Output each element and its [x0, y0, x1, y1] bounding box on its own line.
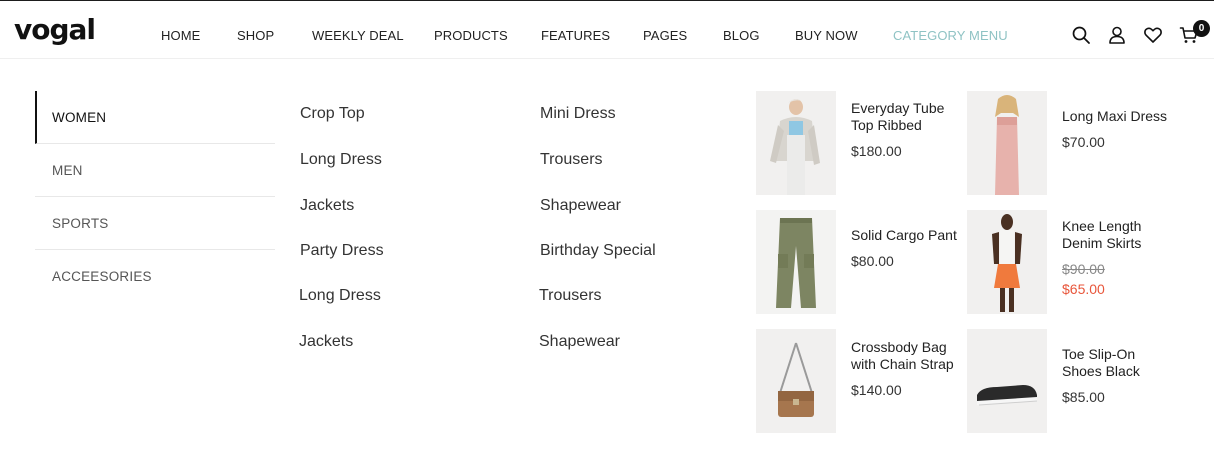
product-price: $70.00 — [1062, 134, 1105, 150]
user-icon[interactable] — [1107, 25, 1127, 45]
product-name[interactable]: Long Maxi Dress — [1062, 108, 1177, 125]
sublink-birthday-special[interactable]: Birthday Special — [540, 241, 656, 261]
sublink-trousers[interactable]: Trousers — [540, 150, 603, 170]
sublink-party-dress[interactable]: Party Dress — [300, 241, 384, 261]
sublink-crop-top[interactable]: Crop Top — [300, 104, 365, 124]
logo[interactable]: vogal — [14, 14, 96, 46]
sublink-long-dress-2[interactable]: Long Dress — [299, 286, 381, 306]
product-info: Long Maxi Dress $70.00 — [1062, 108, 1177, 151]
nav-category-menu[interactable]: CATEGORY MENU — [893, 28, 1008, 44]
nav-products[interactable]: PRODUCTS — [434, 28, 508, 44]
product-image-tube-top[interactable] — [756, 91, 836, 195]
sublink-jackets-2[interactable]: Jackets — [299, 332, 353, 352]
search-icon[interactable] — [1071, 25, 1091, 45]
nav-pages[interactable]: PAGES — [643, 28, 687, 44]
sublink-trousers-2[interactable]: Trousers — [539, 286, 602, 306]
product-card[interactable]: Everyday Tube Top Ribbed $180.00 — [756, 91, 966, 195]
heart-icon[interactable] — [1143, 25, 1163, 45]
product-card[interactable]: Solid Cargo Pant $80.00 — [756, 210, 966, 314]
product-name[interactable]: Solid Cargo Pant — [851, 227, 966, 244]
product-card[interactable]: Crossbody Bag with Chain Strap $140.00 — [756, 329, 966, 433]
product-image-cargo-pant[interactable] — [756, 210, 836, 314]
category-sports[interactable]: SPORTS — [35, 197, 275, 250]
product-sale-price: $65.00 — [1062, 281, 1105, 297]
sublink-shapewear[interactable]: Shapewear — [540, 196, 621, 216]
product-info: Solid Cargo Pant $80.00 — [851, 227, 966, 270]
product-price: $80.00 — [851, 253, 894, 269]
product-card[interactable]: Knee Length Denim Skirts $90.00 $65.00 — [967, 210, 1177, 314]
product-info: Crossbody Bag with Chain Strap $140.00 — [851, 339, 966, 399]
nav-weekly-deal[interactable]: WEEKLY DEAL — [312, 28, 404, 44]
product-price: $180.00 — [851, 143, 902, 159]
product-image-crossbody-bag[interactable] — [756, 329, 836, 433]
cart-count-badge: 0 — [1193, 20, 1210, 37]
nav-home[interactable]: HOME — [161, 28, 200, 44]
product-info: Toe Slip-On Shoes Black $85.00 — [1062, 346, 1177, 406]
nav-features[interactable]: FEATURES — [541, 28, 610, 44]
category-accessories[interactable]: ACCEESORIES — [35, 250, 275, 303]
product-card[interactable]: Long Maxi Dress $70.00 — [967, 91, 1177, 195]
product-price: $140.00 — [851, 382, 902, 398]
nav-buy-now[interactable]: BUY NOW — [795, 28, 858, 44]
category-list: WOMEN MEN SPORTS ACCEESORIES — [35, 91, 275, 303]
product-image-maxi-dress[interactable] — [967, 91, 1047, 195]
product-name[interactable]: Crossbody Bag with Chain Strap — [851, 339, 966, 373]
site-header: vogal HOME SHOP WEEKLY DEAL PRODUCTS FEA… — [0, 1, 1214, 59]
product-card[interactable]: Toe Slip-On Shoes Black $85.00 — [967, 329, 1177, 433]
nav-blog[interactable]: BLOG — [723, 28, 760, 44]
product-info: Knee Length Denim Skirts $90.00 $65.00 — [1062, 218, 1177, 298]
sublink-jackets[interactable]: Jackets — [300, 196, 354, 216]
product-name[interactable]: Knee Length Denim Skirts — [1062, 218, 1177, 252]
sublink-shapewear-2[interactable]: Shapewear — [539, 332, 620, 352]
category-men[interactable]: MEN — [35, 144, 275, 197]
product-info: Everyday Tube Top Ribbed $180.00 — [851, 100, 966, 160]
product-price: $85.00 — [1062, 389, 1105, 405]
sublink-long-dress[interactable]: Long Dress — [300, 150, 382, 170]
sublink-mini-dress[interactable]: Mini Dress — [540, 104, 616, 124]
product-image-slip-on-shoes[interactable] — [967, 329, 1047, 433]
product-name[interactable]: Toe Slip-On Shoes Black — [1062, 346, 1177, 380]
product-name[interactable]: Everyday Tube Top Ribbed — [851, 100, 966, 134]
category-women[interactable]: WOMEN — [35, 91, 275, 144]
product-image-denim-skirt[interactable] — [967, 210, 1047, 314]
nav-shop[interactable]: SHOP — [237, 28, 274, 44]
product-old-price: $90.00 — [1062, 261, 1105, 277]
